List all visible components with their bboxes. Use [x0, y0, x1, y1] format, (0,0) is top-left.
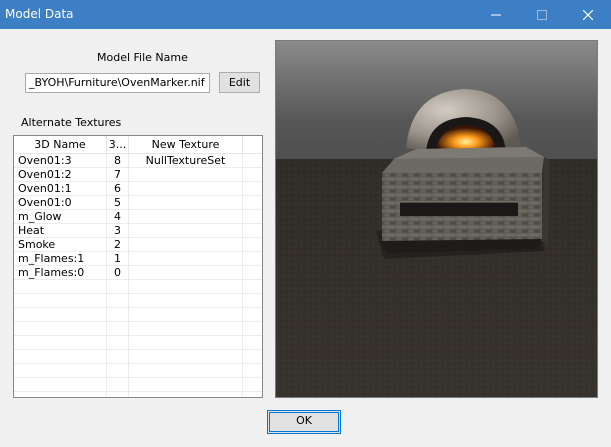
- cell-index: 5: [114, 196, 121, 209]
- cell-texture: [129, 168, 242, 181]
- cell-name: m_Flames:0: [18, 266, 85, 279]
- cell-index: 6: [114, 182, 121, 195]
- model-preview-viewport[interactable]: [275, 40, 598, 398]
- table-row[interactable]: Oven01:0 5: [14, 196, 262, 210]
- cell-name: m_Glow: [18, 210, 62, 223]
- table-row[interactable]: Heat 3: [14, 224, 262, 238]
- oven-model-render: [276, 41, 597, 397]
- maximize-button[interactable]: [519, 0, 565, 29]
- cell-index: 4: [114, 210, 121, 223]
- cell-texture: [129, 210, 242, 223]
- cell-name: Oven01:0: [18, 196, 72, 209]
- column-header-3d-name[interactable]: 3D Name: [14, 136, 107, 153]
- cell-index: 2: [114, 238, 121, 251]
- alternate-textures-label: Alternate Textures: [21, 116, 122, 129]
- table-header: 3D Name 3... New Texture: [14, 136, 262, 154]
- cell-texture: [129, 266, 242, 279]
- ok-button[interactable]: OK: [267, 410, 341, 434]
- cell-name: Oven01:2: [18, 168, 72, 181]
- table-row[interactable]: m_Glow 4: [14, 210, 262, 224]
- edit-button[interactable]: Edit: [219, 72, 260, 93]
- window-title: Model Data: [5, 7, 74, 21]
- cell-texture: NullTextureSet: [145, 154, 226, 167]
- table-row: [14, 280, 262, 294]
- cell-index: 0: [114, 266, 121, 279]
- cell-texture: [129, 224, 242, 237]
- cell-index: 8: [114, 154, 121, 167]
- table-row: [14, 322, 262, 336]
- cell-name: Oven01:1: [18, 182, 72, 195]
- title-bar: Model Data: [0, 0, 611, 29]
- model-file-label: Model File Name: [97, 51, 188, 64]
- table-row: [14, 336, 262, 350]
- cell-name: Heat: [18, 224, 45, 237]
- table-row[interactable]: Smoke 2: [14, 238, 262, 252]
- table-row[interactable]: Oven01:3 8 NullTextureSet: [14, 154, 262, 168]
- close-button[interactable]: [565, 0, 611, 29]
- alternate-textures-table[interactable]: 3D Name 3... New Texture Oven01:3 8 Null…: [13, 135, 263, 398]
- table-row: [14, 378, 262, 392]
- cell-index: 7: [114, 168, 121, 181]
- table-row[interactable]: m_Flames:1 1: [14, 252, 262, 266]
- column-header-new-texture[interactable]: New Texture: [129, 136, 243, 153]
- minimize-icon: [491, 14, 501, 16]
- cell-texture: [129, 196, 242, 209]
- minimize-button[interactable]: [473, 0, 519, 29]
- cell-texture: [129, 238, 242, 251]
- cell-name: m_Flames:1: [18, 252, 85, 265]
- model-file-field[interactable]: _BYOH\Furniture\OvenMarker.nif: [25, 73, 210, 93]
- table-row: [14, 308, 262, 322]
- cell-name: Oven01:3: [18, 154, 72, 167]
- table-body: Oven01:3 8 NullTextureSet Oven01:2 7 Ove…: [14, 154, 262, 397]
- cell-name: Smoke: [18, 238, 56, 251]
- cell-texture: [129, 252, 242, 265]
- table-row: [14, 364, 262, 378]
- table-row[interactable]: Oven01:2 7: [14, 168, 262, 182]
- maximize-icon: [537, 10, 547, 20]
- table-row: [14, 350, 262, 364]
- column-header-index[interactable]: 3...: [107, 136, 129, 153]
- table-row: [14, 294, 262, 308]
- cell-index: 1: [114, 252, 121, 265]
- table-row[interactable]: Oven01:1 6: [14, 182, 262, 196]
- table-row[interactable]: m_Flames:0 0: [14, 266, 262, 280]
- cell-texture: [129, 182, 242, 195]
- close-icon: [582, 9, 594, 21]
- cell-index: 3: [114, 224, 121, 237]
